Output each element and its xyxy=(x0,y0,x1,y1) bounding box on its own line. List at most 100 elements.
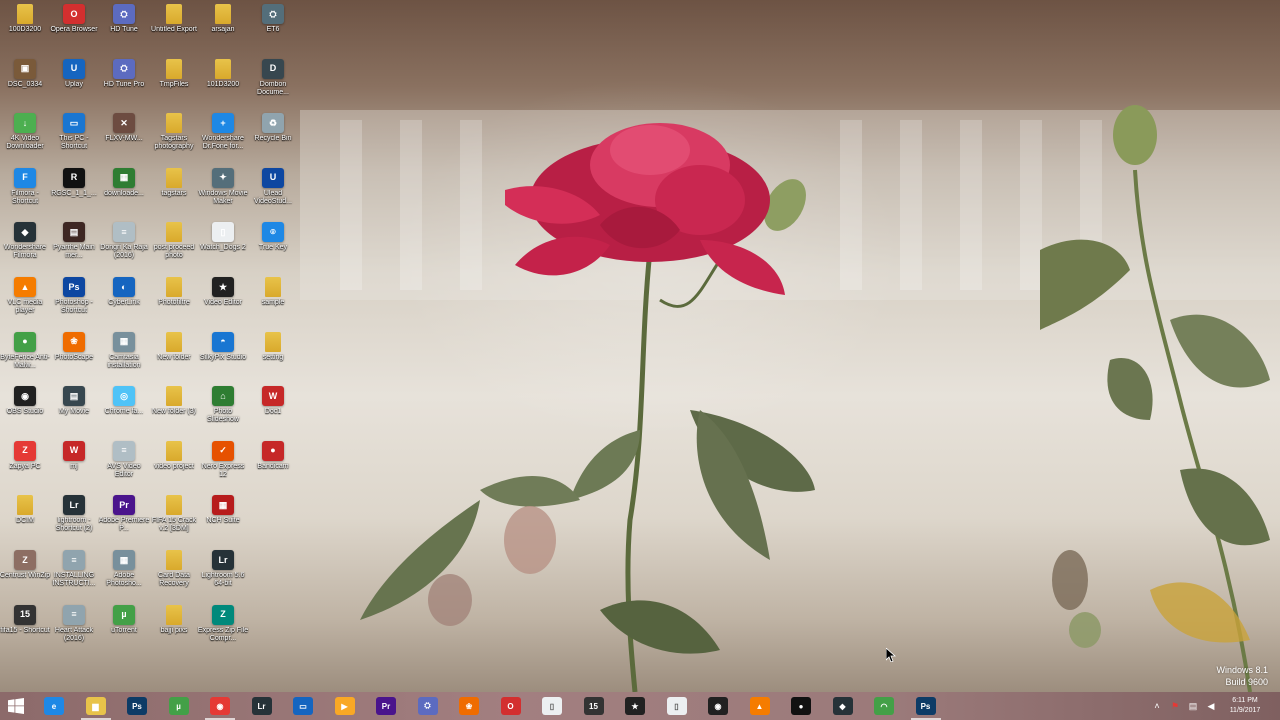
taskbar-clock[interactable]: 6:11 PM 11/9/2017 xyxy=(1220,696,1270,716)
taskbar-file-explorer-button[interactable]: ▆ xyxy=(78,692,114,720)
desktop-icon[interactable]: ≡ Dongri Ka Raja (2016) xyxy=(99,222,149,276)
desktop-icon[interactable]: ● ByteFence Anti-Malw... xyxy=(0,331,50,386)
desktop-icon[interactable]: ⛭ HD Tune Pro xyxy=(99,58,149,113)
windows-version: Windows 8.1 xyxy=(1216,665,1268,675)
desktop-icon[interactable]: ◎ Chrome fa... xyxy=(99,386,149,440)
desktop-icon[interactable]: + Wondershare Dr.Fone for... xyxy=(198,113,248,167)
desktop-icon[interactable]: ✕ FLXV-MW... xyxy=(99,113,149,167)
desktop-icon-label: DSC_0334 xyxy=(7,80,43,88)
desktop-icon[interactable]: D Dombon Docume... xyxy=(248,58,298,113)
taskbar-obs-button[interactable]: ◉ xyxy=(700,692,736,720)
desktop-icon[interactable]: New folder (3) xyxy=(149,386,199,440)
desktop-icon[interactable]: ▦ Camtasia installation xyxy=(99,331,149,386)
desktop-icon[interactable]: O Opera Browser xyxy=(49,4,99,58)
desktop-icon[interactable]: ≡ INSTALLING INSTRUCTI... xyxy=(49,550,99,604)
taskbar-vlc-button[interactable]: ▲ xyxy=(742,692,778,720)
desktop-icon[interactable]: ⌾ True Key xyxy=(248,222,298,276)
desktop-icon[interactable]: ≡ AVS Video Editor xyxy=(99,440,149,495)
desktop-icon[interactable]: ▯ Watch_Dogs 2 xyxy=(198,222,248,276)
desktop-icon[interactable]: U Ulead VideoStud... xyxy=(248,167,298,222)
desktop-icon[interactable]: Lr lightroom - Shortcut (2) xyxy=(49,495,99,549)
desktop-icon[interactable]: sample xyxy=(248,277,298,331)
desktop-icon[interactable]: ◐ CyberLink xyxy=(99,277,149,331)
desktop-icon[interactable]: ▦ NCH Suite xyxy=(198,495,248,549)
taskbar-chrome-button[interactable]: ◉ xyxy=(202,692,238,720)
desktop-icon[interactable]: ≡ Heart Attack (2016) xyxy=(49,604,99,659)
taskbar-internet-explorer-button[interactable]: e xyxy=(36,692,72,720)
desktop-icon[interactable]: Z Zapya PC xyxy=(0,440,50,495)
internet-explorer-icon: e xyxy=(44,697,64,715)
start-button[interactable] xyxy=(0,692,32,720)
desktop-icon[interactable]: Photofiltre xyxy=(149,277,199,331)
desktop-icon[interactable]: ● Bandicam xyxy=(248,440,298,495)
taskbar-lightroom-button[interactable]: Lr xyxy=(244,692,280,720)
taskbar-fifa15-button[interactable]: 15 xyxy=(576,692,612,720)
desktop-icon[interactable]: ▦ downloade... xyxy=(99,167,149,222)
taskbar-video-editor-button[interactable]: ★ xyxy=(617,692,653,720)
taskbar-document-2-button[interactable]: ▯ xyxy=(659,692,695,720)
desktop-icon[interactable]: ⌂ Photo Slideshow xyxy=(198,386,248,440)
taskbar-utorrent-button[interactable]: µ xyxy=(161,692,197,720)
network-icon[interactable]: ▤ xyxy=(1187,700,1199,712)
desktop-icon[interactable]: arsajan xyxy=(198,4,248,58)
desktop-icon[interactable]: DCIM xyxy=(0,495,50,549)
desktop-icon[interactable]: R RGSC_1_1_... xyxy=(49,167,99,222)
taskbar-this-pc-button[interactable]: ▭ xyxy=(285,692,321,720)
desktop-icon[interactable]: ❀ PhotoScape xyxy=(49,331,99,386)
desktop-icon[interactable]: setting xyxy=(248,331,298,386)
desktop-icon[interactable]: ▤ Pyarrhe Main mer... xyxy=(49,222,99,276)
desktop-icon[interactable]: Card Data Recovery xyxy=(149,550,199,604)
desktop-icon[interactable]: Z Centrust WinZip xyxy=(0,550,50,604)
taskbar-premiere-button[interactable]: Pr xyxy=(368,692,404,720)
desktop-icon[interactable]: ▲ VLC media player xyxy=(0,277,50,331)
desktop-icon[interactable]: ▤ My Movie xyxy=(49,386,99,440)
desktop-icon[interactable]: Untitled Export xyxy=(149,4,199,58)
desktop-icon[interactable]: 100D3200 xyxy=(0,4,50,58)
desktop-icon[interactable]: Lr Lightroom 5.6 64-bit xyxy=(198,550,248,604)
chevron-up-icon[interactable]: ˄ xyxy=(1151,700,1163,712)
desktop-icon[interactable]: Pr Adobe Premiere P... xyxy=(99,495,149,549)
desktop-icon[interactable]: Z Express Zip File Compr... xyxy=(198,604,248,659)
taskbar-photoshop-button[interactable]: Ps xyxy=(119,692,155,720)
taskbar-bandicam-button[interactable]: ● xyxy=(783,692,819,720)
desktop-icon[interactable]: 101D3200 xyxy=(198,58,248,113)
desktop-icon[interactable]: post proceed photo xyxy=(149,222,199,276)
desktop-icon[interactable]: ⛭ HD Tune xyxy=(99,4,149,58)
taskbar-filmora-button[interactable]: ◆ xyxy=(825,692,861,720)
desktop-icon[interactable]: ▭ This PC - Shortcut xyxy=(49,113,99,167)
desktop-icon[interactable]: video project xyxy=(149,440,199,495)
desktop-icon[interactable]: ▣ DSC_0334 xyxy=(0,58,50,113)
desktop-icon[interactable]: ↓ 4K Video Downloader xyxy=(0,113,50,167)
taskbar-document-button[interactable]: ▯ xyxy=(534,692,570,720)
desktop-icon[interactable]: ◓ SilkyPix Studio xyxy=(198,331,248,386)
desktop-icon[interactable]: U Uplay xyxy=(49,58,99,113)
desktop-icon[interactable]: ◉ OBS Studio xyxy=(0,386,50,440)
desktop-icon[interactable]: W Doc1 xyxy=(248,386,298,440)
desktop-icon[interactable]: Ps Photoshop - Shortcut xyxy=(49,277,99,331)
desktop-icon[interactable]: FIFA 15 Crack v.2 [3DM] xyxy=(149,495,199,549)
volume-icon[interactable]: ◀ xyxy=(1205,700,1217,712)
taskbar-hd-tune-button[interactable]: ⛭ xyxy=(410,692,446,720)
taskbar-opera-button[interactable]: O xyxy=(493,692,529,720)
desktop-icon[interactable]: ♻ Recycle Bin xyxy=(248,113,298,167)
desktop-icon[interactable]: ✓ Nero Express 12 xyxy=(198,440,248,495)
desktop-icon[interactable]: 15 fifa15 - Shortcut xyxy=(0,604,50,659)
flag-icon[interactable]: ⚑ xyxy=(1169,700,1181,712)
desktop-icon[interactable]: bajji pixs xyxy=(149,604,199,659)
taskbar-photoshop-2-button[interactable]: Ps xyxy=(908,692,944,720)
desktop-icon[interactable]: µ uTorrent xyxy=(99,604,149,659)
desktop-icon[interactable]: ▦ Adobe Photosho... xyxy=(99,550,149,604)
desktop-icon[interactable]: ✦ Windows Movie Maker xyxy=(198,167,248,222)
desktop-icon[interactable]: TmpFiles xyxy=(149,58,199,113)
desktop-icon[interactable]: Tagstars photography xyxy=(149,113,199,167)
desktop-icon[interactable]: New folder xyxy=(149,331,199,386)
taskbar-photoscape-button[interactable]: ❀ xyxy=(451,692,487,720)
desktop-icon[interactable]: ◆ Wondershare Filmora xyxy=(0,222,50,276)
taskbar-media-player-button[interactable]: ▶ xyxy=(327,692,363,720)
desktop-icon[interactable]: ★ Video Editor xyxy=(198,277,248,331)
desktop-icon[interactable]: Wmj xyxy=(49,440,99,495)
desktop-icon[interactable]: tagstars xyxy=(149,167,199,222)
taskbar-uplay-green-button[interactable]: ◠ xyxy=(866,692,902,720)
desktop-icon[interactable]: F Filmora - Shortcut xyxy=(0,167,50,222)
desktop-icon[interactable]: ⛭ ET6 xyxy=(248,4,298,58)
